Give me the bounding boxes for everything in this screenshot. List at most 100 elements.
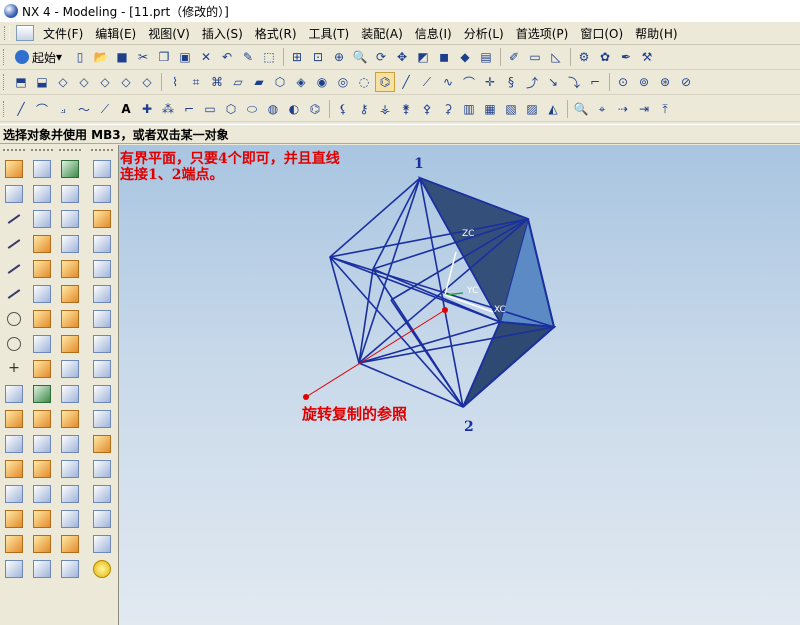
edit-feature-icon[interactable] bbox=[93, 210, 111, 228]
edit-feature-icon[interactable] bbox=[93, 510, 111, 528]
patch-icon[interactable]: ◌ bbox=[354, 72, 374, 92]
edit-feature-icon[interactable] bbox=[93, 235, 111, 253]
toolbar-grip[interactable] bbox=[3, 74, 7, 90]
menu-view[interactable]: 视图(V) bbox=[142, 25, 196, 42]
menu-file[interactable]: 文件(F) bbox=[37, 25, 89, 42]
edit-feature-icon[interactable] bbox=[93, 260, 111, 278]
polygon-icon[interactable]: ⬡ bbox=[221, 99, 241, 119]
edit-feature-icon[interactable] bbox=[93, 460, 111, 478]
boss-icon[interactable]: ◇ bbox=[137, 72, 157, 92]
edit-feature-icon[interactable] bbox=[93, 285, 111, 303]
project-curve-icon[interactable]: ↘ bbox=[543, 72, 563, 92]
general-conic-icon[interactable]: ⌬ bbox=[305, 99, 325, 119]
surface-icon[interactable] bbox=[33, 310, 51, 328]
combed-icon[interactable]: ⤒ bbox=[655, 99, 675, 119]
offset-surface-icon[interactable]: ◈ bbox=[291, 72, 311, 92]
open-folder-icon[interactable]: 📂 bbox=[91, 47, 111, 67]
surface-icon[interactable] bbox=[33, 410, 51, 428]
edit-feature-icon[interactable] bbox=[93, 335, 111, 353]
select-icon[interactable] bbox=[5, 160, 23, 178]
edit-fillet-icon[interactable]: ⚳ bbox=[438, 99, 458, 119]
paste-icon[interactable]: ▣ bbox=[175, 47, 195, 67]
rotation-reference-line[interactable] bbox=[305, 309, 446, 398]
edit-feature-icon[interactable] bbox=[93, 485, 111, 503]
paint-icon[interactable]: ✿ bbox=[595, 47, 615, 67]
feature-tool-icon[interactable] bbox=[61, 560, 79, 578]
edit-pen-icon[interactable]: ✒ bbox=[616, 47, 636, 67]
ruler-icon[interactable]: ▭ bbox=[525, 47, 545, 67]
line-tool-icon[interactable] bbox=[5, 235, 23, 253]
arc-icon[interactable]: ⌒ bbox=[32, 99, 52, 119]
n-sided-icon[interactable]: ⬡ bbox=[270, 72, 290, 92]
shell-icon[interactable] bbox=[5, 560, 23, 578]
surface-icon[interactable] bbox=[33, 360, 51, 378]
surface-icon[interactable] bbox=[33, 385, 51, 403]
menu-tools[interactable]: 工具(T) bbox=[303, 25, 356, 42]
feature-tool-icon[interactable] bbox=[61, 185, 79, 203]
parabola-icon[interactable]: ◍ bbox=[263, 99, 283, 119]
pan-icon[interactable]: ✥ bbox=[392, 47, 412, 67]
sphere-icon[interactable]: ◇ bbox=[116, 72, 136, 92]
polyline-icon[interactable]: ⌐ bbox=[179, 99, 199, 119]
line-points-icon[interactable]: ⟋ bbox=[417, 72, 437, 92]
analysis-icon[interactable]: 🔍 bbox=[571, 99, 591, 119]
csys-icon[interactable] bbox=[5, 485, 23, 503]
snap-end-icon[interactable]: ⊙ bbox=[613, 72, 633, 92]
point-cloud-icon[interactable]: ⁂ bbox=[158, 99, 178, 119]
layer-settings-icon[interactable]: ▤ bbox=[476, 47, 496, 67]
column-grip[interactable] bbox=[3, 149, 25, 155]
tools-icon[interactable]: ⚒ bbox=[637, 47, 657, 67]
snap-point-icon[interactable]: ⊘ bbox=[676, 72, 696, 92]
copy-icon[interactable]: ❐ bbox=[154, 47, 174, 67]
column-grip[interactable] bbox=[59, 149, 81, 155]
menu-analysis[interactable]: 分析(L) bbox=[458, 25, 510, 42]
chamfer-icon[interactable]: ⟋ bbox=[95, 99, 115, 119]
menu-edit[interactable]: 编辑(E) bbox=[89, 25, 142, 42]
plane-icon[interactable] bbox=[5, 385, 23, 403]
measure-icon[interactable]: ⌖ bbox=[592, 99, 612, 119]
surface-icon[interactable] bbox=[33, 185, 51, 203]
feature-tool-icon[interactable] bbox=[61, 410, 79, 428]
new-file-icon[interactable]: ▯ bbox=[70, 47, 90, 67]
axis-icon[interactable] bbox=[5, 435, 23, 453]
menu-assemblies[interactable]: 装配(A) bbox=[355, 25, 409, 42]
light-icon[interactable] bbox=[93, 560, 111, 578]
start-button[interactable]: 起始 ▾ bbox=[11, 49, 66, 66]
graphics-window[interactable]: 有界平面，只要4个即可，并且直线连接1、2端点。 旋转复制的参照 1 2 ZC … bbox=[119, 145, 800, 625]
surface-icon[interactable] bbox=[33, 210, 51, 228]
reference-point-start[interactable] bbox=[303, 394, 309, 400]
hyperbola-icon[interactable]: ◐ bbox=[284, 99, 304, 119]
menu-window[interactable]: 窗口(O) bbox=[574, 25, 629, 42]
cylinder-icon[interactable]: ◇ bbox=[74, 72, 94, 92]
surface-icon[interactable] bbox=[33, 260, 51, 278]
fillet-curve-icon[interactable]: ⟓ bbox=[53, 99, 73, 119]
feature-tool-icon[interactable] bbox=[61, 235, 79, 253]
edit-param-icon[interactable]: ⚶ bbox=[375, 99, 395, 119]
menu-format[interactable]: 格式(R) bbox=[249, 25, 303, 42]
stretch-icon[interactable]: ▥ bbox=[459, 99, 479, 119]
edit-feature-icon[interactable] bbox=[93, 160, 111, 178]
smooth-spline-icon[interactable]: ▧ bbox=[501, 99, 521, 119]
block-icon[interactable]: ◇ bbox=[53, 72, 73, 92]
feature-tool-icon[interactable] bbox=[61, 485, 79, 503]
menubar-grip[interactable] bbox=[4, 26, 10, 40]
zoom-in-icon[interactable]: ⊕ bbox=[329, 47, 349, 67]
basic-line-icon[interactable]: ╱ bbox=[11, 99, 31, 119]
extrude-icon[interactable]: ⬒ bbox=[11, 72, 31, 92]
feature-tool-icon[interactable] bbox=[61, 285, 79, 303]
feature-tool-icon[interactable] bbox=[61, 385, 79, 403]
assembly-icon[interactable]: ⚙ bbox=[574, 47, 594, 67]
zoom-icon[interactable]: 🔍 bbox=[350, 47, 370, 67]
surface-icon[interactable] bbox=[33, 535, 51, 553]
feature-icon[interactable] bbox=[5, 410, 23, 428]
edit-feature-icon[interactable] bbox=[93, 310, 111, 328]
orient-view-icon[interactable]: ◆ bbox=[455, 47, 475, 67]
combined-curve-icon[interactable]: ◭ bbox=[543, 99, 563, 119]
surface-icon[interactable] bbox=[33, 460, 51, 478]
drafting-icon[interactable]: ◺ bbox=[546, 47, 566, 67]
swept-icon[interactable]: ⌘ bbox=[207, 72, 227, 92]
edit-curve-icon[interactable]: ⚸ bbox=[333, 99, 353, 119]
sew-icon[interactable]: ◎ bbox=[333, 72, 353, 92]
feature-tool-icon[interactable] bbox=[61, 310, 79, 328]
delete-icon[interactable]: ✕ bbox=[196, 47, 216, 67]
